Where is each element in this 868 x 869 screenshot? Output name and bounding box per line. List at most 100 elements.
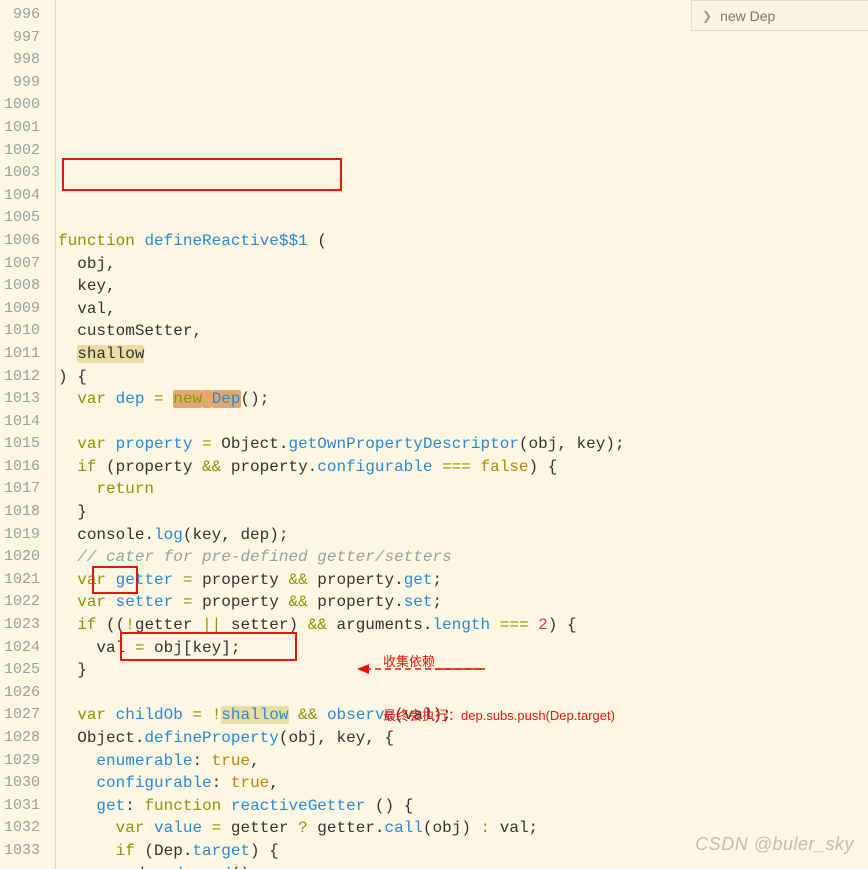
code-line[interactable]: enumerable: true, bbox=[58, 750, 868, 773]
code-line[interactable]: Object.defineProperty(obj, key, { bbox=[58, 727, 868, 750]
line-number: 1018 bbox=[4, 501, 40, 524]
code-token: , bbox=[269, 774, 279, 792]
code-line[interactable]: console.log(key, dep); bbox=[58, 524, 868, 547]
code-line[interactable]: } bbox=[58, 659, 868, 682]
code-line[interactable]: if (Dep.target) { bbox=[58, 840, 868, 863]
code-line[interactable]: return bbox=[58, 478, 868, 501]
line-number: 1014 bbox=[4, 411, 40, 434]
line-number: 1027 bbox=[4, 704, 40, 727]
code-token bbox=[58, 616, 77, 634]
line-number: 1023 bbox=[4, 614, 40, 637]
code-token: (obj) bbox=[423, 819, 481, 837]
breadcrumb[interactable]: ❯ new Dep bbox=[691, 0, 868, 31]
indent-guide bbox=[55, 0, 56, 869]
line-number: 1033 bbox=[4, 840, 40, 863]
code-line[interactable]: ) { bbox=[58, 366, 868, 389]
line-number: 997 bbox=[4, 27, 40, 50]
code-line[interactable] bbox=[58, 682, 868, 705]
code-line[interactable]: if (property && property.configurable ==… bbox=[58, 456, 868, 479]
code-token: (Dep. bbox=[135, 842, 193, 860]
line-number: 1015 bbox=[4, 433, 40, 456]
code-line[interactable]: val = obj[key]; bbox=[58, 637, 868, 660]
code-token: // cater for pre-defined getter/setters bbox=[77, 548, 451, 566]
code-token: call bbox=[385, 819, 423, 837]
code-token: Object. bbox=[58, 729, 144, 747]
line-number: 1008 bbox=[4, 275, 40, 298]
code-token: ; bbox=[433, 593, 443, 611]
code-line[interactable]: get: function reactiveGetter () { bbox=[58, 795, 868, 818]
code-editor[interactable]: 9969979989991000100110021003100410051006… bbox=[0, 0, 868, 869]
line-number: 1022 bbox=[4, 591, 40, 614]
code-line[interactable]: val, bbox=[58, 298, 868, 321]
code-token: getter. bbox=[308, 819, 385, 837]
code-token bbox=[58, 752, 96, 770]
code-token: ( bbox=[308, 232, 327, 250]
chevron-right-icon: ❯ bbox=[702, 9, 712, 23]
code-token: target bbox=[192, 842, 250, 860]
code-line[interactable]: if ((!getter || setter) && arguments.len… bbox=[58, 614, 868, 637]
code-token bbox=[289, 706, 299, 724]
code-token: defineReactive$$1 bbox=[144, 232, 307, 250]
code-token: childOb bbox=[116, 706, 183, 724]
code-area[interactable]: 收集依赖 最终会执行：dep.subs.push(Dep.target) fun… bbox=[54, 0, 868, 869]
code-line[interactable]: customSetter, bbox=[58, 320, 868, 343]
code-line[interactable]: var value = getter ? getter.call(obj) : … bbox=[58, 817, 868, 840]
code-token: } bbox=[58, 503, 87, 521]
code-token: : bbox=[125, 797, 135, 815]
code-line[interactable]: var childOb = !shallow && observe(val); bbox=[58, 704, 868, 727]
code-token bbox=[173, 571, 183, 589]
code-token: === bbox=[442, 458, 471, 476]
code-token: ! bbox=[125, 616, 135, 634]
code-token bbox=[144, 819, 154, 837]
code-line[interactable]: dep.depend(); bbox=[58, 863, 868, 869]
line-number: 1028 bbox=[4, 727, 40, 750]
code-line[interactable]: var property = Object.getOwnPropertyDesc… bbox=[58, 433, 868, 456]
code-token: (val); bbox=[394, 706, 452, 724]
code-token bbox=[58, 842, 116, 860]
code-token bbox=[221, 797, 231, 815]
code-token bbox=[106, 571, 116, 589]
code-token: && bbox=[288, 571, 307, 589]
code-line[interactable]: function defineReactive$$1 ( bbox=[58, 230, 868, 253]
code-token: configurable bbox=[317, 458, 432, 476]
code-line[interactable]: // cater for pre-defined getter/setters bbox=[58, 546, 868, 569]
code-token bbox=[192, 435, 202, 453]
code-token: = bbox=[192, 706, 202, 724]
code-token: (key, dep); bbox=[183, 526, 289, 544]
code-token: length bbox=[433, 616, 491, 634]
code-token: (obj, key, { bbox=[279, 729, 394, 747]
line-number: 1021 bbox=[4, 569, 40, 592]
code-line[interactable]: obj, bbox=[58, 253, 868, 276]
code-token: true bbox=[231, 774, 269, 792]
code-token: val bbox=[58, 639, 135, 657]
code-token bbox=[202, 819, 212, 837]
code-line[interactable]: var setter = property && property.set; bbox=[58, 591, 868, 614]
line-number: 1029 bbox=[4, 750, 40, 773]
code-token: || bbox=[202, 616, 221, 634]
code-line[interactable] bbox=[58, 411, 868, 434]
code-token: = bbox=[202, 435, 212, 453]
code-token: var bbox=[116, 819, 145, 837]
code-line[interactable]: configurable: true, bbox=[58, 772, 868, 795]
code-token: customSetter, bbox=[58, 322, 202, 340]
code-token: === bbox=[500, 616, 529, 634]
code-token: set bbox=[404, 593, 433, 611]
code-line[interactable]: var dep = new Dep(); bbox=[58, 388, 868, 411]
code-token: : bbox=[481, 819, 491, 837]
code-token: property. bbox=[308, 571, 404, 589]
line-number: 1001 bbox=[4, 117, 40, 140]
line-number: 1017 bbox=[4, 478, 40, 501]
code-line[interactable]: } bbox=[58, 501, 868, 524]
code-token: enumerable bbox=[96, 752, 192, 770]
code-token bbox=[490, 616, 500, 634]
code-token bbox=[221, 774, 231, 792]
line-number: 996 bbox=[4, 4, 40, 27]
code-token: setter bbox=[116, 593, 174, 611]
code-token: dep bbox=[116, 390, 145, 408]
code-line[interactable]: key, bbox=[58, 275, 868, 298]
code-line[interactable]: var getter = property && property.get; bbox=[58, 569, 868, 592]
code-token bbox=[106, 390, 116, 408]
code-token: ? bbox=[298, 819, 308, 837]
code-line[interactable]: shallow bbox=[58, 343, 868, 366]
code-token: : bbox=[192, 752, 202, 770]
